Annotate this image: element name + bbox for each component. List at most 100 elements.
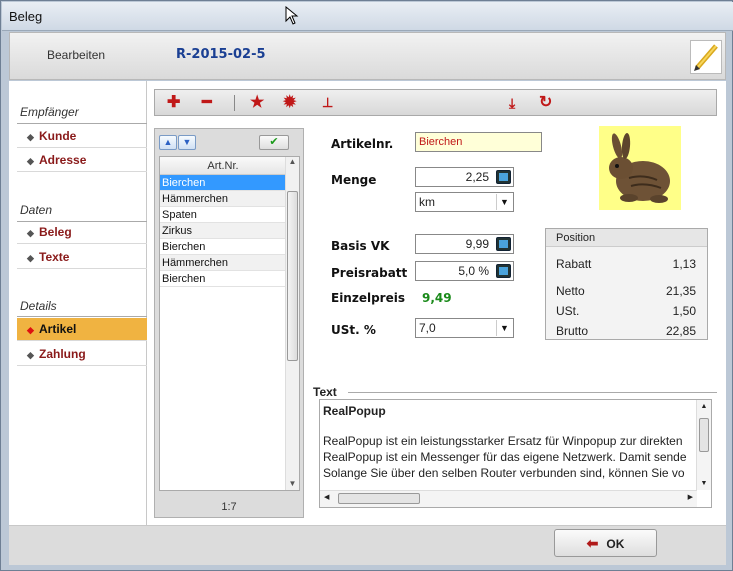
unit-select[interactable]: km ▼ bbox=[415, 192, 514, 212]
sidebar-item-label: Artikel bbox=[39, 322, 77, 336]
sidebar-item-adresse[interactable]: ◆ Adresse bbox=[17, 149, 147, 172]
title-bar[interactable]: Beleg bbox=[2, 2, 733, 31]
sidebar-item-label: Texte bbox=[39, 250, 70, 264]
scroll-left-icon[interactable]: ◀ bbox=[324, 493, 329, 501]
move-down-button[interactable]: ▼ bbox=[178, 135, 196, 150]
basis-vk-field[interactable]: 9,99 bbox=[415, 234, 514, 254]
edit-button[interactable] bbox=[690, 40, 722, 74]
basis-vk-label: Basis VK bbox=[331, 239, 390, 253]
ok-label: OK bbox=[606, 537, 625, 551]
text-line: RealPopup ist ein Messenger für das eige… bbox=[323, 450, 687, 464]
document-number: R-2015-02-5 bbox=[176, 47, 266, 62]
divider bbox=[348, 392, 717, 393]
sidebar-item-label: Adresse bbox=[39, 153, 87, 167]
list-item[interactable]: Hämmerchen bbox=[160, 191, 286, 207]
text-group-label: Text bbox=[313, 385, 340, 399]
column-header[interactable]: Art.Nr. bbox=[160, 157, 286, 175]
brutto-row: Brutto 22,85 bbox=[556, 324, 696, 338]
scroll-up-icon[interactable]: ▲ bbox=[697, 400, 711, 410]
list-item[interactable]: Hämmerchen bbox=[160, 255, 286, 271]
row-value: 21,35 bbox=[665, 284, 696, 298]
window-title: Beleg bbox=[9, 9, 43, 24]
window: Beleg Bearbeiten R-2015-02-5 Empfänger ◆… bbox=[0, 0, 733, 571]
calculator-icon[interactable] bbox=[496, 237, 511, 251]
sidebar-item-kunde[interactable]: ◆ Kunde bbox=[17, 125, 147, 148]
sidebar-item-zahlung[interactable]: ◆ Zahlung bbox=[17, 343, 147, 366]
chevron-down-icon[interactable]: ▼ bbox=[496, 194, 512, 210]
position-title: Position bbox=[546, 229, 707, 247]
diamond-icon: ◆ bbox=[27, 156, 34, 166]
ust-value: 7,0 bbox=[419, 321, 436, 335]
menge-label: Menge bbox=[331, 173, 377, 187]
scroll-down-icon[interactable]: ▼ bbox=[697, 480, 711, 487]
mode-label: Bearbeiten bbox=[47, 48, 106, 62]
einzelpreis-label: Einzelpreis bbox=[331, 291, 405, 305]
preisrabatt-label: Preisrabatt bbox=[331, 266, 408, 280]
rabatt-row: Rabatt 1,13 bbox=[556, 257, 696, 271]
einzelpreis-value: 9,49 bbox=[422, 291, 452, 305]
scroll-right-icon[interactable]: ▶ bbox=[688, 493, 693, 501]
artikelnr-field[interactable]: Bierchen bbox=[415, 132, 542, 152]
list-item[interactable]: Bierchen bbox=[160, 175, 286, 191]
preisrabatt-field[interactable]: 5,0 % bbox=[415, 261, 514, 281]
chevron-down-icon[interactable]: ▼ bbox=[496, 320, 512, 336]
calculator-icon[interactable] bbox=[496, 264, 511, 278]
ust-select[interactable]: 7,0 ▼ bbox=[415, 318, 514, 338]
text-heading: RealPopup bbox=[323, 404, 386, 418]
sidebar-item-artikel[interactable]: ◆ Artikel bbox=[17, 318, 147, 341]
diamond-icon: ◆ bbox=[27, 228, 34, 238]
sidebar-item-label: Beleg bbox=[39, 225, 72, 239]
ok-button[interactable]: ⬅ OK bbox=[554, 529, 657, 557]
divider bbox=[17, 123, 147, 124]
gear-icon[interactable]: ✹ bbox=[283, 93, 296, 113]
sidebar-section-daten: Daten bbox=[20, 203, 53, 217]
mouse-cursor-icon bbox=[285, 6, 299, 25]
toolbar: ✚ ━ ★ ✹ ⊥ ⤓ ↻ bbox=[154, 89, 717, 116]
scroll-thumb[interactable] bbox=[699, 418, 709, 452]
tree-icon[interactable]: ⊥ bbox=[322, 93, 333, 113]
article-list[interactable]: Art.Nr. Bierchen Hämmerchen Spaten Zirku… bbox=[159, 156, 300, 491]
list-item[interactable]: Spaten bbox=[160, 207, 286, 223]
plus-icon[interactable]: ✚ bbox=[167, 93, 180, 113]
article-list-panel: ▲ ▼ ✔ Art.Nr. Bierchen Hämmerchen Spaten… bbox=[154, 128, 304, 518]
sidebar: Empfänger ◆ Kunde ◆ Adresse Daten ◆ Beleg ◆… bbox=[9, 81, 147, 525]
toolbar-separator bbox=[234, 95, 235, 111]
list-item[interactable]: Bierchen bbox=[160, 271, 286, 287]
scroll-thumb[interactable] bbox=[287, 191, 298, 361]
calculator-icon[interactable] bbox=[496, 170, 511, 184]
row-label: USt. bbox=[556, 304, 580, 318]
sidebar-section-empfaenger: Empfänger bbox=[20, 105, 79, 119]
refresh-icon[interactable]: ↻ bbox=[539, 93, 552, 113]
text-vertical-scrollbar[interactable]: ▲ ▼ bbox=[696, 400, 711, 490]
arrow-left-icon: ⬅ bbox=[586, 535, 599, 551]
menge-field[interactable]: 2,25 bbox=[415, 167, 514, 187]
sidebar-item-beleg[interactable]: ◆ Beleg bbox=[17, 221, 147, 244]
pencil-icon bbox=[694, 44, 718, 71]
sidebar-section-details: Details bbox=[20, 299, 57, 313]
scroll-thumb[interactable] bbox=[338, 493, 420, 504]
row-label: Netto bbox=[556, 284, 585, 298]
text-horizontal-scrollbar[interactable]: ◀ ▶ bbox=[320, 490, 697, 507]
sidebar-item-label: Kunde bbox=[39, 129, 77, 143]
move-up-button[interactable]: ▲ bbox=[159, 135, 177, 150]
netto-row: Netto 21,35 bbox=[556, 284, 696, 298]
ust-row: USt. 1,50 bbox=[556, 304, 696, 318]
download-icon[interactable]: ⤓ bbox=[509, 93, 515, 113]
list-scrollbar[interactable]: ▲ ▼ bbox=[285, 157, 299, 490]
sidebar-item-texte[interactable]: ◆ Texte bbox=[17, 246, 147, 269]
star-icon[interactable]: ★ bbox=[250, 93, 264, 113]
article-image bbox=[599, 126, 681, 210]
list-item[interactable]: Bierchen bbox=[160, 239, 286, 255]
minus-icon[interactable]: ━ bbox=[202, 93, 212, 113]
text-area[interactable]: RealPopup RealPopup ist ein leistungssta… bbox=[319, 399, 712, 508]
list-item[interactable]: Zirkus bbox=[160, 223, 286, 239]
diamond-icon: ◆ bbox=[27, 132, 34, 142]
preisrabatt-value: 5,0 % bbox=[458, 264, 489, 278]
scroll-down-icon[interactable]: ▼ bbox=[286, 479, 299, 488]
basis-vk-value: 9,99 bbox=[465, 237, 489, 251]
scroll-up-icon[interactable]: ▲ bbox=[286, 157, 299, 166]
sidebar-item-label: Zahlung bbox=[39, 347, 86, 361]
main-panel: ✚ ━ ★ ✹ ⊥ ⤓ ↻ ▲ ▼ ✔ Art.Nr. Bierchen Häm… bbox=[147, 81, 726, 525]
row-value: 1,50 bbox=[672, 304, 696, 318]
confirm-button[interactable]: ✔ bbox=[259, 135, 289, 150]
